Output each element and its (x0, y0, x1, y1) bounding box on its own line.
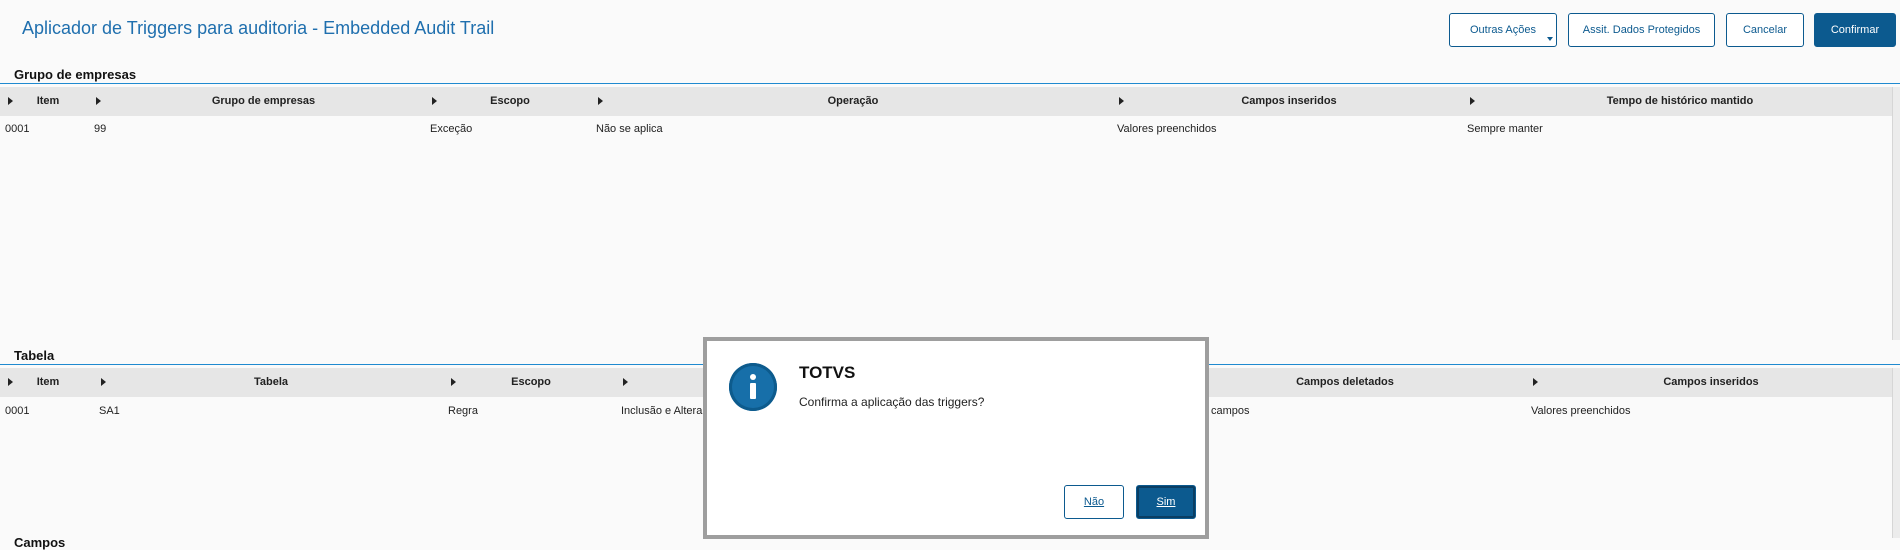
scrollbar[interactable] (1892, 87, 1900, 340)
cell-escopo: Regra (448, 405, 478, 417)
column-label: Campos inseridos (1663, 376, 1759, 388)
confirm-dialog-frame: TOTVS Confirma a aplicação das triggers?… (703, 337, 1209, 539)
dialog-message: Confirma a aplicação das triggers? (799, 395, 985, 409)
confirm-button[interactable]: Confirmar (1814, 13, 1896, 47)
column-label: Item (36, 376, 60, 388)
column-header-campos-deletados[interactable]: Campos deletados (1210, 368, 1480, 397)
confirm-label: Confirmar (1830, 24, 1880, 36)
section-title-tabela: Tabela (14, 348, 55, 363)
column-header-item[interactable]: Item (8, 87, 88, 116)
column-header-tabela[interactable]: Tabela (101, 368, 441, 397)
column-label: Grupo de empresas (211, 95, 316, 107)
no-label: Não (1083, 496, 1105, 508)
column-label: Campos inseridos (1241, 95, 1337, 107)
column-label: Escopo (490, 95, 530, 107)
cell-tempo: Sempre manter (1467, 123, 1543, 135)
page-title: Aplicador de Triggers para auditoria - E… (22, 18, 495, 38)
no-button[interactable]: Não (1064, 485, 1124, 519)
column-header-campos-inseridos[interactable]: Campos inseridos (1119, 87, 1459, 116)
column-header-item[interactable]: Item (8, 368, 88, 397)
caret-right-icon (623, 378, 628, 386)
column-label: Escopo (511, 376, 551, 388)
cell-item: 0001 (5, 405, 30, 417)
column-header-tempo[interactable]: Tempo de histórico mantido (1470, 87, 1890, 116)
section-title-campos: Campos (14, 535, 66, 550)
cell-escopo: Exceção (430, 123, 473, 135)
grupo-grid-header: Item Grupo de empresas Escopo Operação C… (0, 87, 1893, 116)
table-row[interactable]: 0001 99 Exceção Não se aplica Valores pr… (0, 120, 1893, 140)
section-divider (0, 83, 1900, 84)
other-actions-button[interactable]: Outras Ações (1449, 13, 1557, 47)
yes-label: Sim (1156, 496, 1176, 508)
cancel-button[interactable]: Cancelar (1726, 13, 1804, 47)
column-label: Operação (827, 95, 879, 107)
cell-tabela: SA1 (99, 405, 120, 417)
cell-campos-inseridos: Valores preenchidos (1117, 123, 1217, 135)
chevron-down-icon (1547, 37, 1553, 41)
cell-operacao: Não se aplica (596, 123, 663, 135)
yes-button[interactable]: Sim (1136, 485, 1196, 519)
other-actions-label: Outras Ações (1469, 24, 1537, 36)
column-label: Item (36, 95, 60, 107)
section-title-grupo: Grupo de empresas (14, 67, 137, 82)
column-header-campos-inseridos[interactable]: Campos inseridos (1533, 368, 1889, 397)
cell-operacao: Inclusão e Altera (621, 405, 703, 417)
column-header-grupo[interactable]: Grupo de empresas (96, 87, 431, 116)
column-label: Tempo de histórico mantido (1606, 95, 1754, 107)
column-header-operacao[interactable] (623, 368, 703, 397)
cell-campos-inseridos: Valores preenchidos (1531, 405, 1631, 417)
protected-data-label: Assit. Dados Protegidos (1582, 24, 1701, 36)
dialog-title: TOTVS (799, 363, 856, 382)
info-icon-dot (750, 374, 756, 380)
column-label: Tabela (253, 376, 289, 388)
info-icon (729, 363, 777, 411)
column-header-escopo[interactable]: Escopo (432, 87, 588, 116)
scrollbar[interactable] (1892, 368, 1900, 538)
cancel-label: Cancelar (1742, 24, 1788, 36)
column-header-operacao[interactable]: Operação (598, 87, 1108, 116)
protected-data-button[interactable]: Assit. Dados Protegidos (1568, 13, 1715, 47)
confirm-dialog: TOTVS Confirma a aplicação das triggers?… (707, 341, 1205, 535)
cell-campos-deletados: campos (1211, 405, 1250, 417)
column-header-escopo[interactable]: Escopo (451, 368, 611, 397)
cell-item: 0001 (5, 123, 30, 135)
cell-grupo: 99 (94, 123, 107, 135)
column-label: Campos deletados (1296, 376, 1394, 388)
info-icon-bar (750, 383, 756, 399)
